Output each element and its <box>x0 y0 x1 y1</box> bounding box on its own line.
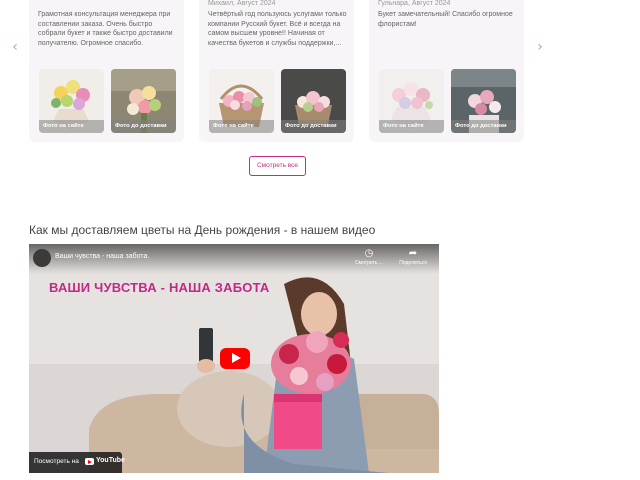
video-title[interactable]: Ваши чувства - наша забота. <box>55 253 149 260</box>
share-arrow-icon: ➦ <box>408 248 418 259</box>
review-photo-site[interactable]: Фото на сайте <box>39 69 104 133</box>
review-text: Грамотная консультация менеджера при сос… <box>38 11 173 47</box>
play-button[interactable] <box>220 348 250 369</box>
review-photo-delivery[interactable]: Фото до доставки <box>111 69 176 133</box>
photo-caption: Фото на сайте <box>39 120 104 133</box>
youtube-wordmark: YouTube <box>96 457 125 464</box>
video-section-heading: Как мы доставляем цветы на День рождения… <box>29 223 376 237</box>
carousel-next-arrow[interactable]: › <box>533 38 547 56</box>
clock-icon: ◷ <box>364 248 374 259</box>
photo-caption: Фото до доставки <box>111 120 176 133</box>
video-player[interactable]: Ваши чувства - наша забота. ◷ Смотреть .… <box>29 244 439 473</box>
review-card: Михаил, Август 2024 Четвёртый год пользу… <box>199 0 354 142</box>
channel-avatar[interactable] <box>33 249 51 267</box>
share-label: Поделиться <box>399 260 427 266</box>
review-photo-delivery[interactable]: Фото до доставки <box>281 69 346 133</box>
review-photo-site[interactable]: Фото на сайте <box>209 69 274 133</box>
watch-on-label: Посмотреть на <box>34 458 79 465</box>
review-card: Грамотная консультация менеджера при сос… <box>29 0 184 142</box>
review-photo-site[interactable]: Фото на сайте <box>379 69 444 133</box>
reviews-carousel: ‹ Грамотная консультация менеджера при с… <box>0 0 640 145</box>
photo-caption: Фото на сайте <box>379 120 444 133</box>
see-all-button[interactable]: Смотреть все <box>249 156 306 176</box>
review-card: Гульнара, Август 2024 Букет замечательны… <box>369 0 524 142</box>
watch-on-youtube-button[interactable]: Посмотреть на YouTube <box>29 452 125 473</box>
video-headline: ВАШИ ЧУВСТВА - НАША ЗАБОТА <box>49 280 270 295</box>
watch-later-button[interactable]: ◷ Смотреть ... <box>349 248 389 266</box>
review-author: Михаил, Август 2024 <box>208 0 276 7</box>
photo-caption: Фото до доставки <box>451 120 516 133</box>
review-text: Четвёртый год пользуюсь услугами только … <box>208 11 347 47</box>
review-text: Букет замечательный! Спасибо огромное фл… <box>378 11 513 28</box>
video-top-bar: Ваши чувства - наша забота. ◷ Смотреть .… <box>29 244 439 274</box>
carousel-prev-arrow[interactable]: ‹ <box>8 38 22 56</box>
photo-caption: Фото на сайте <box>209 120 274 133</box>
review-author: Гульнара, Август 2024 <box>378 0 451 7</box>
share-button[interactable]: ➦ Поделиться <box>393 248 433 266</box>
review-photo-delivery[interactable]: Фото до доставки <box>451 69 516 133</box>
watch-later-label: Смотреть ... <box>355 260 383 266</box>
youtube-logo-icon <box>85 458 94 465</box>
photo-caption: Фото до доставки <box>281 120 346 133</box>
